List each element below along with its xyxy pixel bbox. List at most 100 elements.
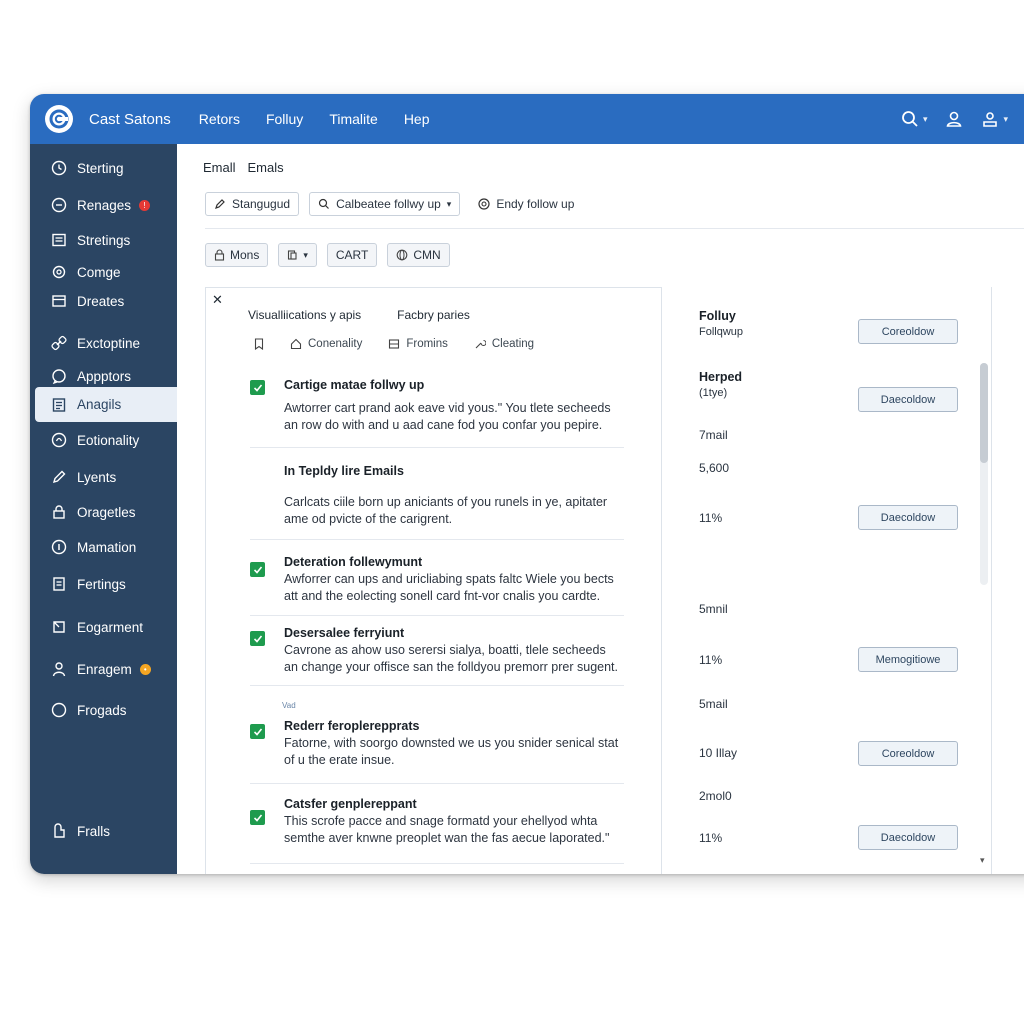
cmn-chip[interactable]: CMN	[387, 243, 450, 267]
sidebar-item-renages[interactable]: Renages !	[35, 189, 177, 221]
sidebar-item-fralls[interactable]: Fralls	[35, 815, 177, 847]
action-button[interactable]: Coreoldow	[858, 319, 958, 344]
standard-button[interactable]: Stangugud	[205, 192, 300, 216]
topnav-item-3[interactable]: Timalite	[329, 111, 378, 127]
tab-visualizations[interactable]: Visualliications y apis	[248, 308, 361, 322]
action-button[interactable]: Coreoldow	[858, 741, 958, 766]
mons-chip[interactable]: Mons	[205, 243, 269, 267]
task-item[interactable]: Desersalee ferryiunt Cavrone as ahow uso…	[250, 616, 624, 686]
sidebar-item-fertings[interactable]: Fertings	[35, 568, 177, 600]
close-icon[interactable]: ✕	[212, 292, 223, 308]
top-actions: ▾ ▾	[901, 94, 1024, 144]
checkbox-checked[interactable]	[250, 562, 265, 577]
action-button[interactable]: Memogitiowe	[858, 647, 958, 672]
stat-value: 5mnil	[699, 602, 728, 616]
chevron-down-icon: ▾	[922, 113, 928, 124]
home-icon	[290, 338, 302, 350]
sidebar-item-stretings[interactable]: Stretings	[35, 224, 177, 256]
stat-value: 2mol0	[699, 789, 732, 803]
sidebar-item-enragem[interactable]: Enragem •	[35, 653, 177, 685]
end-followup-label: Endy follow up	[496, 197, 575, 211]
bookmark-filter[interactable]	[254, 338, 264, 350]
tag-icon	[53, 621, 65, 633]
user-menu[interactable]	[945, 110, 963, 128]
breadcrumb-item[interactable]: Emals	[248, 160, 284, 175]
bookmark-icon	[254, 338, 264, 350]
sidebar-item-sterting[interactable]: Sterting	[35, 152, 177, 184]
tab-factory-parties[interactable]: Facbry paries	[397, 308, 470, 322]
sidebar-item-anagils[interactable]: Anagils	[35, 387, 177, 422]
sidebar-item-frogads[interactable]: Frogads	[35, 694, 177, 726]
sidebar-item-label: Exctoptine	[77, 335, 141, 351]
sidebar-item-label: Lyents	[77, 469, 117, 485]
circle-icon	[51, 702, 67, 718]
task-description: Cavrone as ahow uso serersi sialya, boat…	[284, 643, 618, 674]
topnav-item-4[interactable]: Hep	[404, 111, 430, 127]
sidebar-item-label: Eotionality	[77, 432, 140, 448]
task-item[interactable]: Rederr feroplerepprats Fatorne, with soo…	[250, 712, 624, 784]
checkbox-checked[interactable]	[250, 631, 265, 646]
task-filters: Conenality Fromins Cleating	[254, 338, 534, 350]
sidebar-item-label: Appptors	[77, 368, 132, 384]
task-title: Deteration follewymunt	[284, 555, 423, 569]
checkbox-checked[interactable]	[250, 810, 265, 825]
check-icon	[253, 634, 262, 643]
task-title: Desersalee ferryiunt	[284, 626, 405, 640]
end-followup-button[interactable]: Endy follow up	[470, 192, 583, 216]
sidebar-item-lyents[interactable]: Lyents	[35, 461, 177, 493]
circle-icon	[51, 197, 67, 213]
create-followup-dropdown[interactable]: Calbeatee follwy up ▾	[309, 192, 461, 216]
app-title: Cast Satons	[89, 110, 171, 128]
list-icon	[52, 233, 66, 247]
checkbox-checked[interactable]	[250, 724, 265, 739]
check-icon	[253, 813, 262, 822]
gear-icon	[52, 265, 66, 279]
sidebar-item-exctoptine[interactable]: Exctoptine	[35, 327, 177, 359]
copy-dropdown-chip[interactable]: ▾	[278, 243, 317, 267]
action-button[interactable]: Daecoldow	[858, 387, 958, 412]
stat-value: 5,600	[699, 461, 730, 475]
account-icon	[983, 112, 998, 127]
task-item[interactable]: Deteration follewymunt Awforrer can ups …	[250, 540, 624, 616]
sidebar-item-comge[interactable]: Comge	[35, 256, 177, 288]
filter-conenality[interactable]: Conenality	[290, 338, 362, 350]
scroll-down-icon[interactable]: ▾	[980, 855, 985, 866]
checkbox-checked[interactable]	[250, 380, 265, 395]
sidebar-item-mamation[interactable]: Mamation	[35, 531, 177, 563]
target-icon	[478, 198, 490, 210]
task-item[interactable]: Catsfer genplereppant This scrofe pacce …	[250, 790, 624, 864]
sidebar-item-eogarment[interactable]: Eogarment	[35, 611, 177, 643]
action-button[interactable]: Daecoldow	[858, 505, 958, 530]
mons-chip-label: Mons	[230, 248, 260, 262]
copy-icon	[288, 250, 297, 260]
stat-value: 11%	[699, 831, 723, 845]
lock-icon	[53, 505, 65, 519]
task-item[interactable]: Cartige matae follwy up Awtorrer cart pr…	[250, 370, 624, 448]
topnav-item-2[interactable]: Folluy	[266, 111, 303, 127]
user-icon	[52, 662, 66, 677]
account-menu[interactable]: ▾	[981, 110, 1008, 128]
sidebar-item-oragetles[interactable]: Oragetles	[35, 496, 177, 528]
task-title: Rederr feroplerepprats	[284, 719, 420, 733]
cart-chip[interactable]: CART	[326, 243, 378, 267]
filter-fromins[interactable]: Fromins	[388, 338, 448, 350]
task-description: Carlcats ciile born up aniciants of you …	[284, 495, 608, 526]
task-item[interactable]: In Tepldy lire Emails Carlcats ciile bor…	[250, 448, 624, 540]
scrollbar[interactable]	[980, 363, 988, 585]
scrollbar-thumb[interactable]	[980, 363, 988, 463]
filter-label: Cleating	[491, 338, 535, 350]
app-logo-icon[interactable]	[45, 105, 73, 133]
sidebar-item-eotionality[interactable]: Eotionality	[35, 424, 177, 456]
action-button[interactable]: Daecoldow	[858, 825, 958, 850]
search-menu[interactable]: ▾	[901, 110, 928, 128]
filter-chips: Mons ▾ CART CMN	[205, 243, 450, 267]
sidebar-item-dreates[interactable]: Dreates	[35, 285, 177, 317]
clock-icon	[51, 160, 67, 176]
stat-value: 10 Illay	[699, 746, 738, 760]
notification-badge: •	[139, 663, 151, 675]
sidebar-item-label: Stretings	[77, 232, 131, 248]
breadcrumb-item[interactable]: Emall	[203, 160, 236, 175]
filter-cleating[interactable]: Cleating	[474, 338, 534, 350]
topnav-item-1[interactable]: Retors	[199, 111, 240, 127]
stat-label: Herped	[699, 370, 743, 384]
